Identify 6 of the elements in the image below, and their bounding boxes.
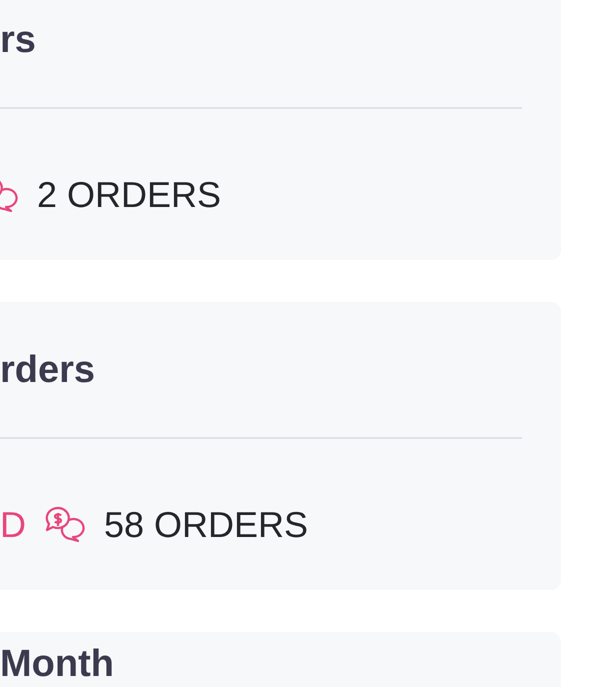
- card-title: rders: [0, 348, 96, 392]
- status-label: D: [0, 504, 26, 546]
- order-count: 2 ORDERS: [37, 174, 222, 216]
- card-title: rs: [0, 18, 37, 62]
- order-count: 58 ORDERS: [104, 504, 308, 546]
- card-title: Month: [0, 642, 115, 686]
